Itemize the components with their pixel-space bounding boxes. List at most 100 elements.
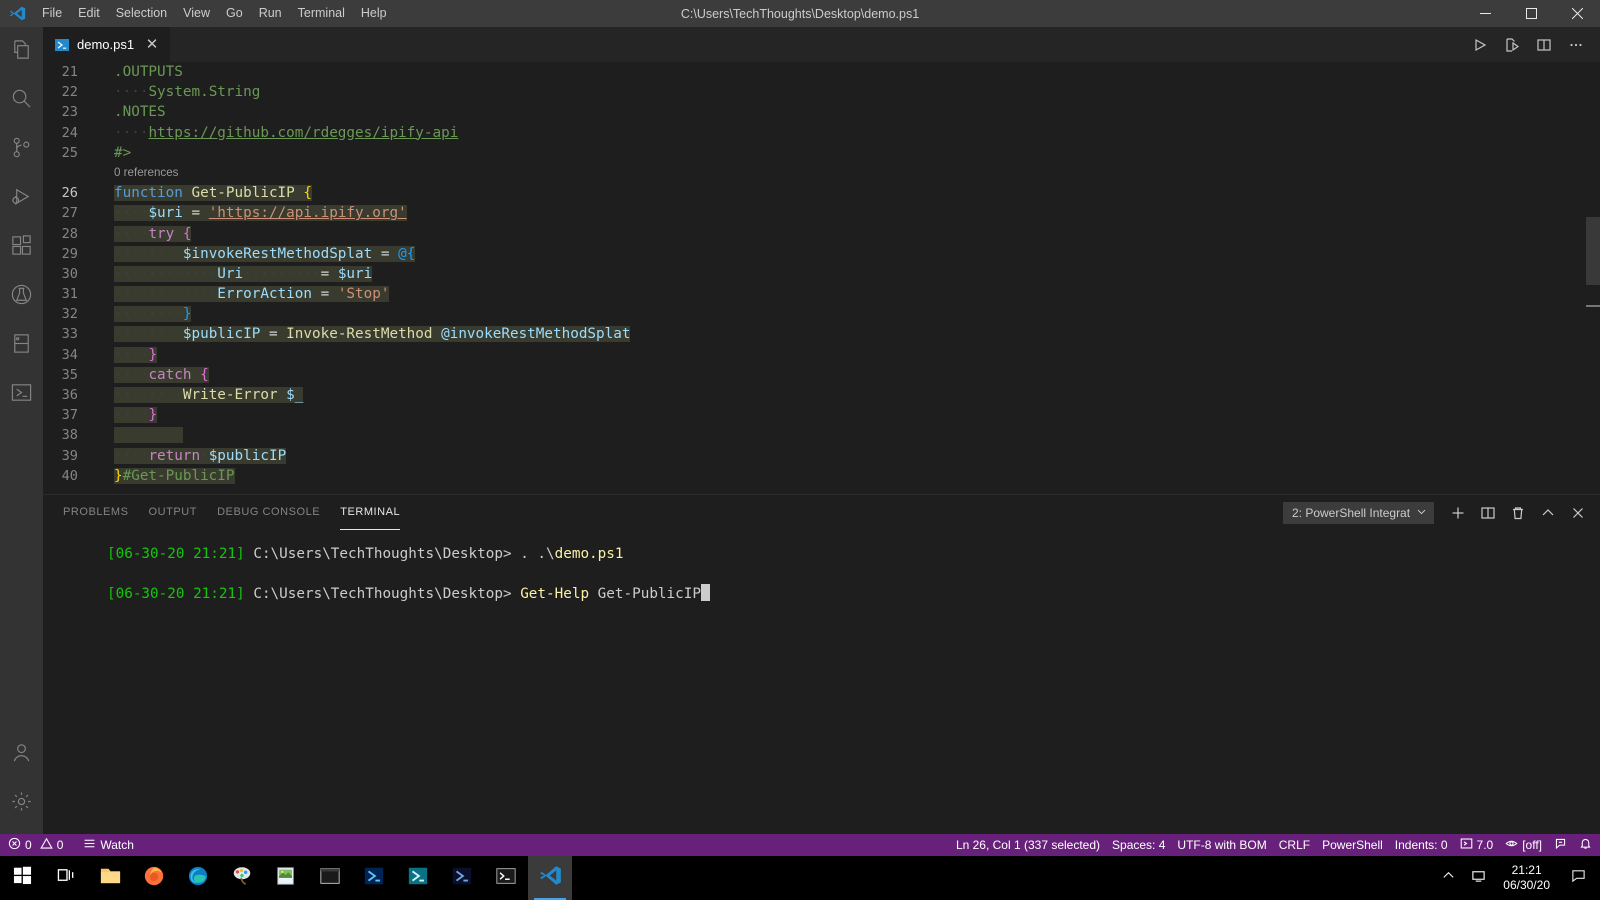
status-indentation[interactable]: Spaces: 4 [1106, 834, 1171, 856]
sidebar-item-extensions[interactable] [0, 223, 43, 272]
taskbar-firefox[interactable] [132, 856, 176, 900]
line-content[interactable]: .OUTPUTS [100, 62, 183, 82]
line-content[interactable]: ····return·$publicIP [100, 446, 287, 466]
taskbar-powershell-blue[interactable] [352, 856, 396, 900]
taskbar-paint[interactable] [220, 856, 264, 900]
panel-tab-terminal[interactable]: TERMINAL [340, 495, 401, 530]
line-content[interactable]: ····https://github.com/rdegges/ipify-api [100, 123, 458, 143]
editor-scrollbar[interactable] [1586, 217, 1600, 285]
line-content[interactable]: ········} [100, 304, 192, 324]
split-terminal-button[interactable] [1474, 499, 1502, 527]
minimize-button[interactable] [1462, 0, 1508, 27]
sidebar-item-source-control[interactable] [0, 125, 43, 174]
taskbar-command-prompt[interactable] [308, 856, 352, 900]
line-number: 32 [61, 306, 78, 323]
taskbar-notepad[interactable] [264, 856, 308, 900]
line-content[interactable]: #> [100, 143, 131, 163]
sidebar-item-powershell[interactable] [0, 370, 43, 419]
sidebar-item-run-debug[interactable] [0, 174, 43, 223]
network-status-button[interactable] [1463, 856, 1493, 900]
line-content[interactable]: ············ErrorAction = 'Stop' [100, 284, 390, 304]
status-editor-selection[interactable]: Ln 26, Col 1 (337 selected) [950, 834, 1106, 856]
taskbar-windows-terminal[interactable] [484, 856, 528, 900]
line-content[interactable]: ····} [100, 345, 158, 365]
line-content[interactable]: ····$uri = 'https://api.ipify.org' [100, 203, 407, 223]
status-tweet-feedback[interactable] [1548, 834, 1573, 856]
status-watch[interactable]: Watch [77, 834, 140, 856]
line-content[interactable]: ····try { [100, 224, 192, 244]
panel-tab-output[interactable]: OUTPUT [149, 495, 198, 530]
status-notifications[interactable] [1573, 834, 1598, 856]
line-content[interactable] [100, 425, 183, 445]
line-content[interactable]: ········$invokeRestMethodSplat = @{ [100, 244, 416, 264]
code-token: https://github.com/rdegges/ipify-api [148, 124, 459, 141]
menu-help[interactable]: Help [353, 0, 395, 27]
status-indents[interactable]: Indents: 0 [1389, 834, 1454, 856]
taskbar-file-explorer[interactable] [88, 856, 132, 900]
line-content[interactable]: ············Uri·········= $uri [100, 264, 373, 284]
action-center-button[interactable] [1560, 856, 1596, 900]
close-panel-button[interactable] [1564, 499, 1592, 527]
more-actions-button[interactable] [1562, 31, 1590, 59]
menu-run[interactable]: Run [251, 0, 290, 27]
terminal-line: [06-30-20 21:21] C:\Users\TechThoughts\D… [107, 544, 1600, 564]
status-encoding[interactable]: UTF-8 with BOM [1171, 834, 1272, 856]
status-problems[interactable]: 0 0 [2, 834, 69, 856]
manage-settings-button[interactable] [0, 779, 43, 828]
new-terminal-button[interactable] [1444, 499, 1472, 527]
sidebar-item-search[interactable] [0, 76, 43, 125]
terminal-selector[interactable]: 2: PowerShell Integrate [1283, 501, 1434, 524]
menu-terminal[interactable]: Terminal [290, 0, 353, 27]
accounts-button[interactable] [0, 730, 43, 779]
tab-demo-ps1[interactable]: demo.ps1 ✕ [43, 27, 172, 62]
run-file-button[interactable] [1498, 31, 1526, 59]
sidebar-item-explorer[interactable] [0, 27, 43, 76]
line-content[interactable]: .NOTES [100, 102, 166, 122]
status-language-mode[interactable]: PowerShell [1316, 834, 1389, 856]
taskbar-powershell-teal[interactable] [396, 856, 440, 900]
taskbar-powershell-dark[interactable] [440, 856, 484, 900]
line-content[interactable]: ····System.String [100, 82, 260, 102]
taskbar-vscode[interactable] [528, 856, 572, 900]
kill-terminal-button[interactable] [1504, 499, 1532, 527]
status-powershell-version[interactable]: 7.0 [1454, 834, 1500, 856]
taskbar-edge[interactable] [176, 856, 220, 900]
maximize-panel-button[interactable] [1534, 499, 1562, 527]
line-content[interactable]: ····} [100, 405, 158, 425]
menu-go[interactable]: Go [218, 0, 251, 27]
close-button[interactable] [1554, 0, 1600, 27]
maximize-button[interactable] [1508, 0, 1554, 27]
task-view-button[interactable] [44, 856, 88, 900]
code-token: .OUTPUTS [114, 64, 183, 80]
menu-selection[interactable]: Selection [108, 0, 175, 27]
account-icon [10, 741, 33, 769]
panel-tab-debug-console[interactable]: DEBUG CONSOLE [217, 495, 320, 530]
status-eol[interactable]: CRLF [1273, 834, 1316, 856]
menu-edit[interactable]: Edit [70, 0, 108, 27]
line-content[interactable]: ········$publicIP = Invoke-RestMethod @i… [100, 324, 631, 344]
split-editor-button[interactable] [1530, 31, 1558, 59]
close-icon[interactable]: ✕ [144, 37, 160, 52]
tray-expand-button[interactable] [1433, 856, 1463, 900]
panel-tab-problems[interactable]: PROBLEMS [63, 495, 129, 530]
terminal-output[interactable]: [06-30-20 21:21] C:\Users\TechThoughts\D… [43, 530, 1600, 834]
line-content[interactable]: ····catch { [100, 365, 209, 385]
title-bar: File Edit Selection View Go Run Terminal… [0, 0, 1600, 27]
taskbar-clock[interactable]: 21:21 06/30/20 [1493, 863, 1560, 893]
code-editor[interactable]: 21 .OUTPUTS 22 ····System.String 23 .NOTES 24 ·… [43, 62, 1600, 494]
code-line: 39 ····return·$publicIP [43, 446, 1600, 466]
firefox-icon [143, 865, 165, 892]
sidebar-item-docs[interactable] [0, 321, 43, 370]
sidebar-item-testing[interactable] [0, 272, 43, 321]
codelens-references[interactable]: 0 references [114, 163, 178, 183]
run-button[interactable] [1466, 31, 1494, 59]
line-content[interactable]: }#Get-PublicIP [100, 466, 235, 486]
line-content[interactable]: function Get-PublicIP { [100, 183, 312, 203]
status-script-analysis[interactable]: [off] [1499, 834, 1548, 856]
line-content[interactable]: ········Write-Error $_ [100, 385, 304, 405]
menu-file[interactable]: File [34, 0, 70, 27]
menu-view[interactable]: View [175, 0, 218, 27]
code-token: ········ [114, 326, 183, 343]
code-token: $uri [148, 205, 183, 222]
start-button[interactable] [0, 856, 44, 900]
